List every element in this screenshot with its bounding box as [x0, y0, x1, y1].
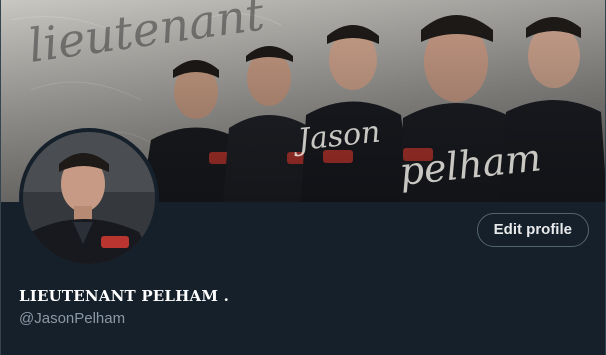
display-name: LIEUTENANT PELHAM .: [19, 287, 230, 305]
edit-profile-button[interactable]: Edit profile: [476, 213, 589, 247]
profile-header: lieutenant Jason pelham Edit profile LIE…: [0, 0, 606, 355]
display-name-row: LIEUTENANT PELHAM .: [19, 287, 229, 305]
user-handle: @JasonPelham: [19, 310, 126, 327]
avatar[interactable]: [19, 128, 159, 268]
